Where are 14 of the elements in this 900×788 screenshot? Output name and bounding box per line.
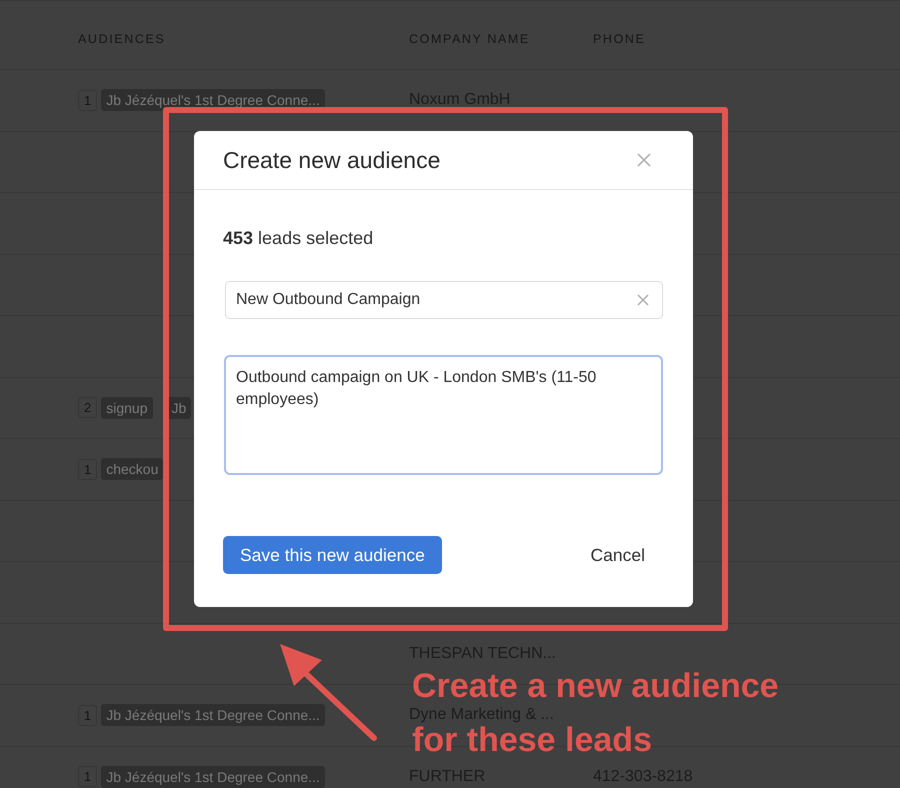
name-input-field[interactable]: New Outbound Campaign [225, 281, 663, 319]
selection-summary: 453 leads selected [223, 228, 374, 249]
close-icon[interactable] [637, 153, 651, 167]
annotation-text: for these leads [412, 724, 652, 756]
cancel-button[interactable]: Cancel [582, 536, 663, 574]
description-field[interactable]: Outbound campaign on UK - London SMB's (11-50 employees) [224, 355, 663, 475]
save-button[interactable]: Save this new audience [223, 536, 442, 574]
clear-icon[interactable] [637, 294, 649, 306]
audience-tag: signup [101, 396, 152, 419]
audience-tag: checkou [101, 458, 164, 480]
annotation-text: Create a new audience [412, 670, 779, 702]
modal-title: Create new audience [223, 146, 440, 174]
audience-tag: Jb Jézéquel's 1st Degree Conne... [101, 704, 325, 726]
audience-tag: Jb Jézéquel's 1st Degree Conne... [101, 766, 325, 788]
